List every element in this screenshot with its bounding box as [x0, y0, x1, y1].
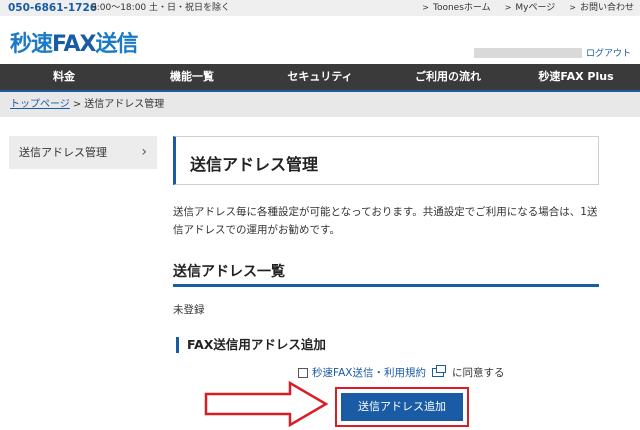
heading-underline — [173, 284, 599, 287]
terms-agreement: 秒速FAX送信・利用規約 に同意する — [298, 365, 504, 380]
terms-suffix: に同意する — [451, 367, 505, 379]
add-button-highlight: 送信アドレス追加 — [335, 387, 469, 427]
mypage-link[interactable]: > Myページ — [505, 0, 556, 16]
breadcrumb-separator: > — [72, 99, 82, 110]
add-address-heading: FAX送信用アドレス追加 — [176, 337, 326, 353]
chevron-right-icon: > — [504, 3, 512, 12]
sidebar-item-address-management[interactable]: 送信アドレス管理 › — [9, 136, 157, 169]
page-title-box: 送信アドレス管理 — [173, 136, 599, 185]
main-nav: 料金 機能一覧 セキュリティ ご利用の流れ 秒速FAX Plus — [0, 64, 640, 90]
page-description: 送信アドレス毎に各種設定が可能となっております。共通設定でご利用になる場合は、1… — [173, 206, 598, 236]
logout-link[interactable]: ログアウト — [586, 46, 631, 59]
chevron-right-icon: > — [422, 3, 429, 12]
business-hours: 9:00〜18:00 土・日・祝日を除く — [91, 3, 231, 13]
nav-item-fax-plus[interactable]: 秒速FAX Plus — [512, 64, 640, 90]
terms-checkbox[interactable] — [298, 367, 308, 378]
logo-text-3: 送信 — [95, 32, 139, 57]
nav-item-pricing[interactable]: 料金 — [0, 64, 128, 90]
nav-item-security[interactable]: セキュリティ — [256, 64, 384, 90]
account-name-redacted — [474, 48, 582, 58]
breadcrumb-current: 送信アドレス管理 — [84, 99, 165, 110]
arrow-right-icon — [204, 381, 328, 427]
empty-list-text: 未登録 — [173, 304, 205, 316]
top-info-bar: 050-6861-1726 9:00〜18:00 土・日・祝日を除く > Toon… — [0, 0, 640, 16]
site-logo[interactable]: 秒速FAX送信 — [10, 26, 139, 58]
page-title: 送信アドレス管理 — [190, 155, 319, 174]
phone-number: 050-6861-1726 — [8, 2, 98, 14]
nav-item-flow[interactable]: ご利用の流れ — [384, 64, 512, 90]
contact-link[interactable]: > お問い合わせ — [569, 0, 634, 16]
breadcrumb: トップページ > 送信アドレス管理 — [0, 90, 640, 117]
toones-home-link[interactable]: > Toonesホーム — [422, 0, 490, 16]
terms-link[interactable]: 秒速FAX送信・利用規約 — [312, 365, 426, 380]
external-window-icon — [431, 365, 446, 377]
logo-text-2: FAX — [52, 32, 96, 57]
logo-text-1: 秒速 — [10, 32, 53, 57]
breadcrumb-home[interactable]: トップページ — [10, 99, 70, 110]
chevron-right-icon: > — [569, 3, 576, 12]
chevron-right-icon: › — [141, 144, 147, 160]
add-address-button[interactable]: 送信アドレス追加 — [341, 393, 463, 421]
sidebar-item-label: 送信アドレス管理 — [19, 146, 107, 159]
nav-item-features[interactable]: 機能一覧 — [128, 64, 256, 90]
top-links: > Toonesホーム > Myページ > お問い合わせ — [422, 0, 634, 16]
address-list-heading: 送信アドレス一覧 — [173, 264, 285, 280]
